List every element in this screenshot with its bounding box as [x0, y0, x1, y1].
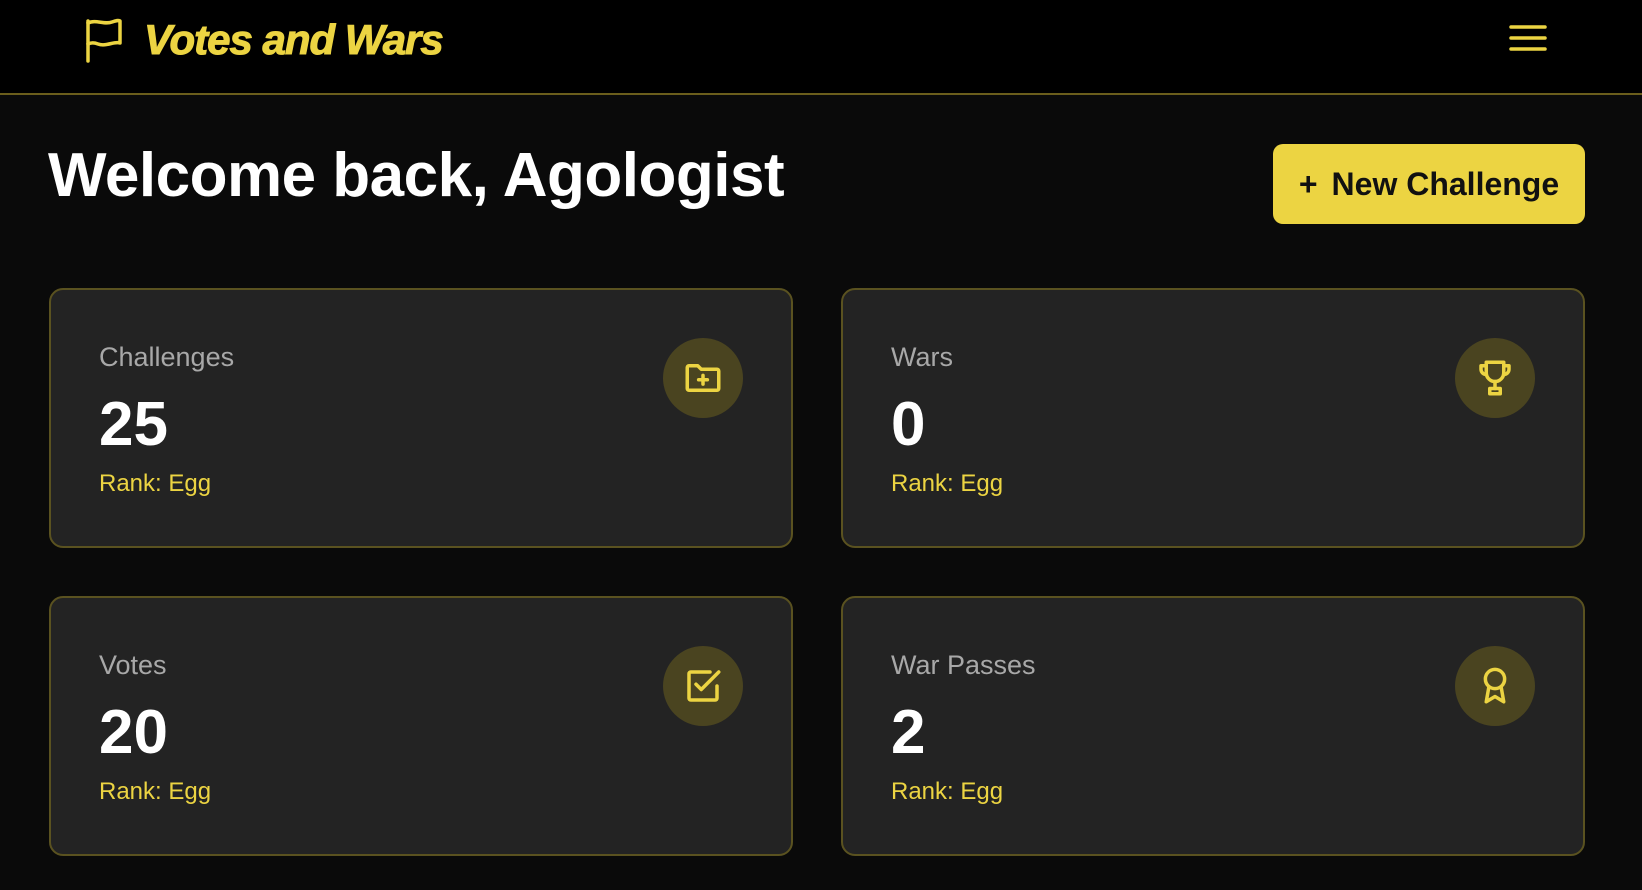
stat-value: 20	[99, 698, 168, 767]
hamburger-menu-icon	[1509, 25, 1547, 51]
stat-rank: Rank: Egg	[99, 778, 212, 805]
stat-label: War Passes	[891, 650, 1036, 680]
stat-rank: Rank: Egg	[99, 470, 212, 497]
stat-rank: Rank: Egg	[891, 778, 1004, 805]
stat-card-wars: Wars 0 Rank: Egg	[841, 288, 1585, 548]
stat-label: Challenges	[99, 342, 235, 372]
stat-value: 25	[99, 390, 168, 459]
plus-icon: +	[1298, 166, 1318, 202]
stat-card-challenges: Challenges 25 Rank: Egg	[49, 288, 793, 548]
new-challenge-button[interactable]: + New Challenge	[1273, 144, 1585, 224]
new-challenge-label: New Challenge	[1331, 165, 1560, 202]
top-navigation-bar: Votes and Wars	[0, 0, 1642, 95]
check-square-icon	[687, 670, 721, 702]
stat-icon-badge	[1455, 646, 1535, 726]
stat-value: 0	[891, 390, 926, 459]
stat-card-votes: Votes 20 Rank: Egg	[49, 596, 793, 856]
stat-icon-badge	[663, 646, 743, 726]
brand-logo-link[interactable]: Votes and Wars	[84, 14, 445, 66]
stat-label: Wars	[891, 342, 953, 372]
stat-card-war-passes: War Passes 2 Rank: Egg	[841, 596, 1585, 856]
folder-plus-icon	[685, 364, 721, 392]
trophy-icon	[1479, 360, 1511, 396]
flag-icon	[86, 18, 122, 63]
stat-rank: Rank: Egg	[891, 470, 1004, 497]
stat-value: 2	[891, 698, 926, 767]
award-ribbon-icon	[1483, 667, 1507, 704]
stat-icon-badge	[663, 338, 743, 418]
page-title: Welcome back, Agologist	[48, 141, 785, 210]
brand-title: Votes and Wars	[144, 16, 445, 64]
hamburger-menu-button[interactable]	[1502, 18, 1554, 58]
stat-label: Votes	[99, 650, 167, 680]
stat-icon-badge	[1455, 338, 1535, 418]
